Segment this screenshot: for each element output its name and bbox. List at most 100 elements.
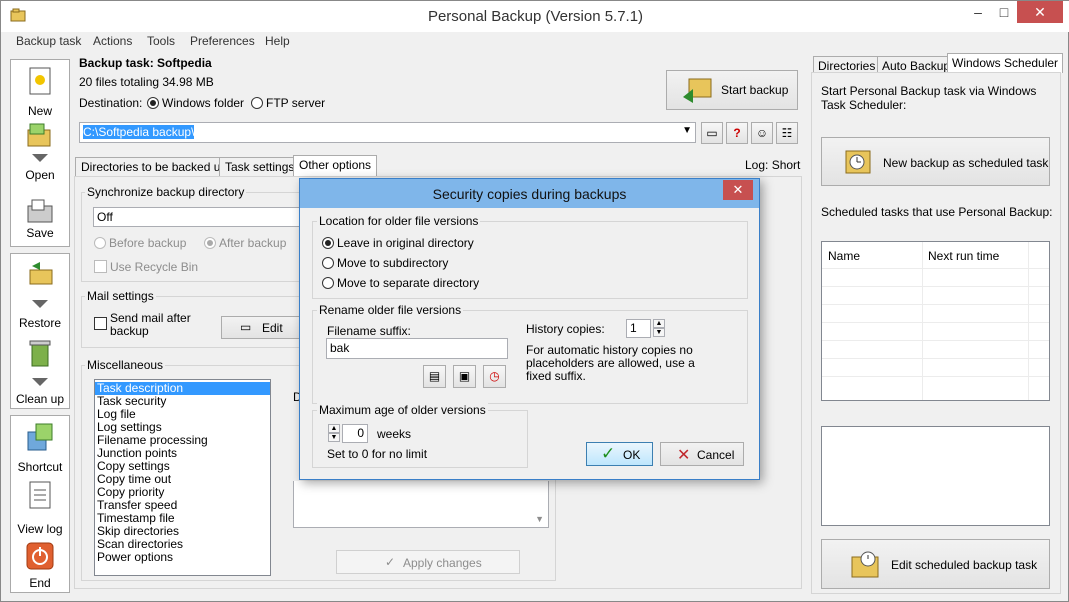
restore-button[interactable]: Restore xyxy=(11,258,69,330)
tab-windows-scheduler[interactable]: Windows Scheduler xyxy=(947,53,1064,73)
end-button[interactable]: End xyxy=(11,540,69,592)
loc-subdirectory-radio[interactable]: Move to subdirectory xyxy=(322,256,448,270)
tab-task-settings[interactable]: Task settings xyxy=(219,157,301,177)
dialog-close-button[interactable]: ✕ xyxy=(723,180,753,200)
view-log-button[interactable]: View log xyxy=(11,478,69,536)
close-button[interactable]: ✕ xyxy=(1017,1,1063,23)
dialog-title-bar: Security copies during backups ✕ xyxy=(300,179,759,208)
save-button[interactable]: Save xyxy=(11,196,69,244)
menu-bar: Backup task Actions Tools Preferences He… xyxy=(1,32,811,52)
column-header-name[interactable]: Name xyxy=(828,249,860,263)
edit-icon: ▭ xyxy=(240,320,252,334)
grid-line xyxy=(822,286,1049,287)
weeks-spin-down[interactable]: ▼ xyxy=(328,433,340,442)
grid-line xyxy=(822,304,1049,305)
edit-scheduled-task-button[interactable]: Edit scheduled backup task xyxy=(821,539,1050,589)
main-window: Personal Backup (Version 5.7.1) – □ ✕ Ba… xyxy=(0,0,1069,602)
cancel-x-icon: ✕ xyxy=(677,447,691,464)
sync-select[interactable]: Off xyxy=(93,207,303,227)
help-icon[interactable]: ? xyxy=(726,122,748,144)
restore-icon xyxy=(26,260,54,291)
tab-auto-backup[interactable]: Auto Backup xyxy=(877,56,956,73)
ok-button[interactable]: ✓ OK xyxy=(586,442,653,466)
grid-line xyxy=(822,268,1049,269)
sync-title: Synchronize backup directory xyxy=(85,185,247,199)
column-header-next-run[interactable]: Next run time xyxy=(928,249,999,263)
list-item[interactable]: Power options xyxy=(95,551,270,564)
weeks-spin-up[interactable]: ▲ xyxy=(328,424,340,433)
description-textarea[interactable]: ▼ xyxy=(293,481,549,528)
task-details-box xyxy=(821,426,1050,526)
max-age-title: Maximum age of older versions xyxy=(317,403,488,417)
destination-label: Destination: xyxy=(79,96,143,110)
menu-backup-task[interactable]: Backup task xyxy=(16,34,81,48)
after-backup-radio[interactable]: After backup xyxy=(204,236,286,250)
weeks-input[interactable]: 0 xyxy=(342,424,368,443)
chevron-down-icon xyxy=(32,300,48,308)
grid-line xyxy=(822,340,1049,341)
grid-line xyxy=(822,322,1049,323)
radio-icon xyxy=(251,97,263,109)
shortcut-button[interactable]: Shortcut xyxy=(11,420,69,474)
radio-checked-icon xyxy=(147,97,159,109)
chevron-down-icon[interactable]: ▼ xyxy=(682,125,692,136)
mail-edit-button[interactable]: ▭ Edit xyxy=(221,316,301,339)
start-backup-icon xyxy=(681,75,715,108)
save-icon xyxy=(26,198,54,227)
folder-open-icon[interactable]: ▤ xyxy=(423,365,446,388)
shortcut-icon xyxy=(26,422,54,455)
placeholder-icon[interactable]: ▣ xyxy=(453,365,476,388)
maximize-button[interactable]: □ xyxy=(989,1,1019,23)
cleanup-button[interactable]: Clean up xyxy=(11,334,69,406)
new-document-icon xyxy=(28,66,52,99)
history-spin-down[interactable]: ▼ xyxy=(653,328,665,337)
recycle-bin-checkbox[interactable]: Use Recycle Bin xyxy=(94,260,198,274)
user-icon[interactable]: ☺ xyxy=(751,122,773,144)
weeks-label: weeks xyxy=(377,427,412,441)
loc-original-radio[interactable]: Leave in original directory xyxy=(322,236,474,250)
history-label: History copies: xyxy=(526,322,605,336)
drive-icon[interactable]: ▭ xyxy=(701,122,723,144)
cancel-button[interactable]: ✕ Cancel xyxy=(660,442,744,466)
start-backup-button[interactable]: Start backup xyxy=(666,70,798,110)
loc-separate-radio[interactable]: Move to separate directory xyxy=(322,276,479,290)
destination-path-input[interactable]: C:\Softpedia backup\ ▼ xyxy=(79,122,696,143)
dest-windows-radio[interactable]: Windows folder xyxy=(147,96,244,110)
task-title: Backup task: Softpedia xyxy=(79,56,212,70)
rename-title: Rename older file versions xyxy=(317,303,464,317)
radio-checked-icon xyxy=(322,237,334,249)
grid-line xyxy=(822,358,1049,359)
history-spin-up[interactable]: ▲ xyxy=(653,319,665,328)
dialog-title: Security copies during backups xyxy=(432,186,627,202)
menu-help[interactable]: Help xyxy=(265,34,290,48)
power-icon xyxy=(26,542,54,573)
scheduled-tasks-table[interactable]: Name Next run time xyxy=(821,241,1050,401)
title-bar: Personal Backup (Version 5.7.1) – □ ✕ xyxy=(1,1,1069,32)
new-scheduled-task-button[interactable]: New backup as scheduled task xyxy=(821,137,1050,186)
menu-preferences[interactable]: Preferences xyxy=(190,34,255,48)
apply-changes-button[interactable]: ✓ Apply changes xyxy=(336,550,520,574)
radio-icon xyxy=(322,257,334,269)
menu-actions[interactable]: Actions xyxy=(93,34,132,48)
tab-directories[interactable]: Directories to be backed up xyxy=(75,157,234,177)
tree-icon[interactable]: ☷ xyxy=(776,122,798,144)
log-label: Log: Short xyxy=(745,158,801,172)
new-button[interactable]: New xyxy=(11,64,69,118)
misc-listbox[interactable]: Task description Task security Log file … xyxy=(94,379,271,576)
security-copies-dialog: Security copies during backups ✕ Locatio… xyxy=(299,178,760,480)
sidebar-group-restore: Restore Clean up xyxy=(10,253,70,409)
checkbox-icon xyxy=(94,317,107,330)
before-backup-radio[interactable]: Before backup xyxy=(94,236,186,250)
dest-ftp-radio[interactable]: FTP server xyxy=(251,96,325,110)
scroll-down-icon[interactable]: ▼ xyxy=(535,514,544,524)
open-button[interactable]: Open xyxy=(11,120,69,182)
radio-icon xyxy=(322,277,334,289)
clock-icon[interactable]: ◷ xyxy=(483,365,506,388)
scheduled-tasks-label: Scheduled tasks that use Personal Backup… xyxy=(821,205,1053,219)
tab-directories-right[interactable]: Directories xyxy=(813,56,881,73)
menu-tools[interactable]: Tools xyxy=(147,34,175,48)
history-note: For automatic history copies no placehol… xyxy=(526,343,695,383)
suffix-input[interactable]: bak xyxy=(326,338,508,359)
tab-other-options[interactable]: Other options xyxy=(293,155,378,177)
history-input[interactable]: 1 xyxy=(626,319,651,338)
